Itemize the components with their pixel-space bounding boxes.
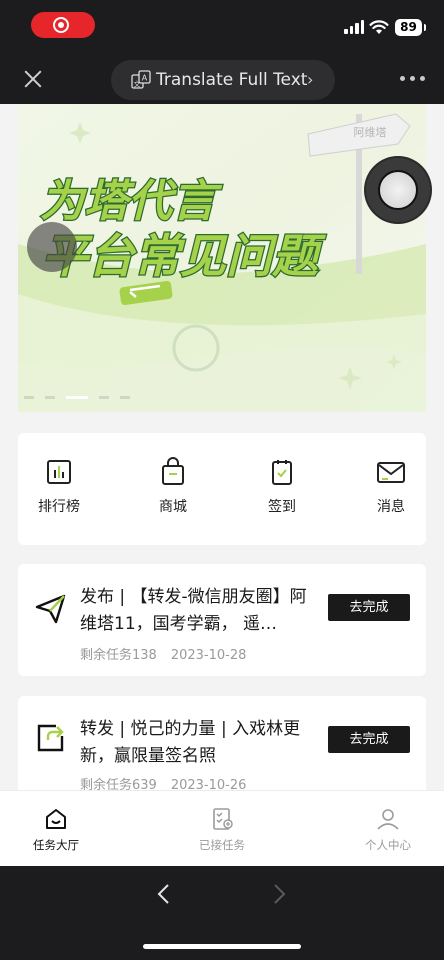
battery-icon: 89 xyxy=(395,19,426,36)
tab-label: 任务大厅 xyxy=(33,838,79,852)
translate-label: Translate Full Text xyxy=(156,70,308,90)
wifi-icon xyxy=(369,20,389,34)
quick-action-ranking[interactable]: 排行榜 xyxy=(27,457,91,516)
quick-action-label: 排行榜 xyxy=(38,499,80,515)
quick-action-label: 商城 xyxy=(159,499,187,515)
accepted-tasks-icon xyxy=(213,808,233,830)
task-title: 转发 | 悦己的力量 | 入戏林更新，赢限量签名照 xyxy=(80,719,301,766)
task-meta: 剩余任务138 2023-10-28 xyxy=(80,644,246,663)
go-complete-button[interactable]: 去完成 xyxy=(328,594,410,621)
quick-action-label: 签到 xyxy=(268,499,296,515)
close-icon[interactable] xyxy=(22,68,44,90)
record-icon xyxy=(53,17,69,33)
svg-text:A: A xyxy=(142,74,148,83)
pagination-dot[interactable] xyxy=(120,396,130,399)
home-indicator[interactable] xyxy=(143,944,301,949)
translate-icon: A 文 xyxy=(131,70,151,89)
forward-icon[interactable] xyxy=(267,882,291,906)
cellular-signal-icon xyxy=(344,20,366,34)
screen-recording-indicator[interactable] xyxy=(31,12,95,38)
signpost-text: 阿维塔 xyxy=(354,126,387,139)
more-options-icon[interactable] xyxy=(400,76,426,82)
chevron-right-icon: › xyxy=(307,70,314,89)
ranking-icon xyxy=(47,460,71,484)
home-smile-icon xyxy=(46,809,66,829)
quick-action-messages[interactable]: 消息 xyxy=(359,457,423,516)
message-envelope-icon xyxy=(377,462,405,483)
browser-bottom-bar xyxy=(0,866,444,960)
pagination-dot-active[interactable] xyxy=(66,396,88,399)
send-plane-icon xyxy=(35,594,66,624)
banner-title-line1: 为塔代言 xyxy=(40,176,223,227)
task-remaining: 剩余任务138 xyxy=(80,648,157,663)
quick-action-label: 消息 xyxy=(377,499,405,515)
task-title: 发布 | 【转发-微信朋友圈】阿维塔11，国考学霸， 遥… xyxy=(80,587,307,634)
promo-banner[interactable]: 阿维塔 为塔代言 平台常见问题 xyxy=(18,104,426,412)
tab-personal-center[interactable]: 个人中心 xyxy=(343,807,433,853)
floating-assistive-button-left[interactable] xyxy=(27,222,77,272)
tab-label: 个人中心 xyxy=(365,838,411,852)
go-complete-button[interactable]: 去完成 xyxy=(328,726,410,753)
task-date: 2023-10-28 xyxy=(170,648,247,663)
person-icon xyxy=(377,809,399,830)
shop-bag-icon xyxy=(162,457,184,485)
tab-label: 已接任务 xyxy=(199,838,245,852)
pagination-dot[interactable] xyxy=(45,396,55,399)
quick-actions-panel: 排行榜 商城 签到 消息 xyxy=(18,433,426,545)
pagination-dot[interactable] xyxy=(99,396,109,399)
quick-action-shop[interactable]: 商城 xyxy=(141,457,205,516)
status-bar: 89 xyxy=(0,0,444,56)
webview-top-bar: A 文 Translate Full Text › xyxy=(0,56,444,104)
task-card[interactable]: 发布 | 【转发-微信朋友圈】阿维塔11，国考学霸， 遥… 剩余任务138 202… xyxy=(18,564,426,676)
pagination-dot[interactable] xyxy=(24,396,34,399)
assistive-touch-button[interactable] xyxy=(366,158,430,222)
banner-title-line2: 平台常见问题 xyxy=(42,229,326,283)
checkin-clipboard-icon xyxy=(272,460,292,485)
forward-share-icon xyxy=(37,724,64,752)
translate-full-text-button[interactable]: A 文 Translate Full Text › xyxy=(111,60,335,100)
bottom-tab-bar: 任务大厅 已接任务 个人中心 xyxy=(0,790,444,867)
tab-accepted-tasks[interactable]: 已接任务 xyxy=(177,807,267,853)
tab-task-hall[interactable]: 任务大厅 xyxy=(11,807,101,853)
svg-text:文: 文 xyxy=(134,80,141,89)
quick-action-checkin[interactable]: 签到 xyxy=(250,457,314,516)
back-icon[interactable] xyxy=(152,882,176,906)
